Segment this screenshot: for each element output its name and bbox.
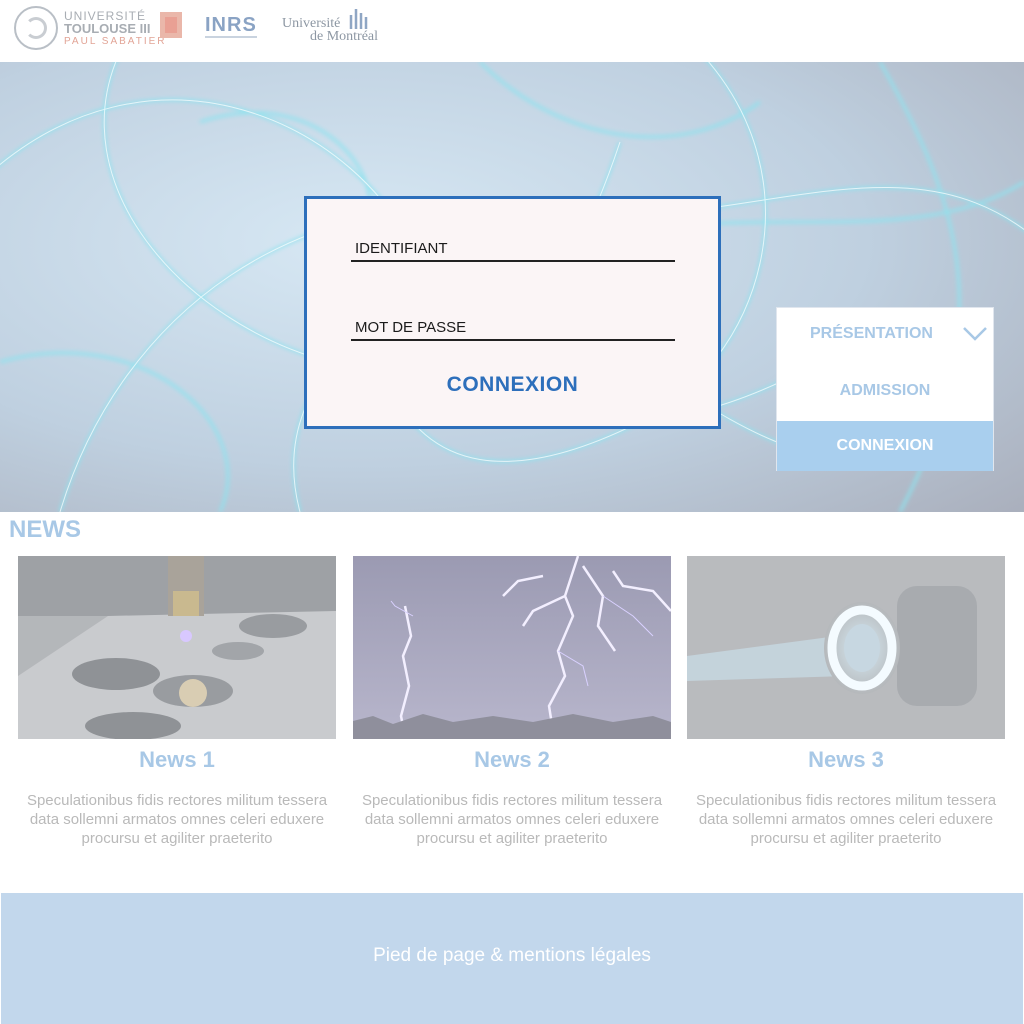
toulouse-mark-icon bbox=[160, 12, 182, 38]
menu-item-presentation[interactable]: PRÉSENTATION bbox=[777, 325, 993, 343]
news-excerpt: Speculationibus fidis rectores militum t… bbox=[361, 792, 663, 847]
password-field[interactable] bbox=[351, 317, 679, 341]
logo-text: PAUL SABATIER bbox=[64, 36, 167, 47]
footer-legal-link[interactable]: Pied de page & mentions légales bbox=[1, 945, 1023, 967]
connexion-button[interactable]: CONNEXION bbox=[307, 373, 718, 397]
news-image-lightning[interactable] bbox=[353, 556, 671, 739]
chevron-down-icon[interactable] bbox=[962, 326, 988, 342]
inrs-logo[interactable]: INRS bbox=[205, 14, 257, 37]
menu-item-label: PRÉSENTATION bbox=[810, 325, 933, 342]
site-footer: Pied de page & mentions légales bbox=[1, 893, 1023, 1024]
universite-montreal-logo[interactable]: Université de Montréal bbox=[282, 9, 378, 48]
menu-item-admission[interactable]: ADMISSION bbox=[777, 382, 993, 400]
news-excerpt: Speculationibus fidis rectores militum t… bbox=[26, 792, 328, 847]
news-excerpt: Speculationibus fidis rectores militum t… bbox=[695, 792, 997, 847]
inrs-logo-underline bbox=[205, 36, 257, 38]
toulouse-seal-icon bbox=[14, 6, 58, 50]
site-header: UNIVERSITÉ TOULOUSE III PAUL SABATIER IN… bbox=[0, 0, 1024, 62]
password-input[interactable] bbox=[351, 317, 679, 337]
universite-toulouse-logo[interactable]: UNIVERSITÉ TOULOUSE III PAUL SABATIER bbox=[14, 6, 184, 54]
menu-item-connexion[interactable]: CONNEXION bbox=[777, 421, 993, 471]
identifiant-field[interactable] bbox=[351, 238, 679, 262]
logo-text: TOULOUSE III bbox=[64, 21, 151, 36]
news-title[interactable]: News 1 bbox=[18, 747, 336, 773]
login-form: CONNEXION bbox=[304, 196, 721, 429]
news-image-laser-cutting[interactable] bbox=[18, 556, 336, 739]
news-section-title: NEWS bbox=[9, 516, 81, 543]
identifiant-input[interactable] bbox=[351, 238, 679, 258]
news-image-plasma-thruster[interactable] bbox=[687, 556, 1005, 739]
logo-text: de Montréal bbox=[310, 29, 379, 44]
montreal-mark-icon bbox=[349, 9, 368, 29]
side-navigation-menu: PRÉSENTATION ADMISSION CONNEXION bbox=[776, 307, 994, 471]
news-title[interactable]: News 3 bbox=[687, 747, 1005, 773]
news-title[interactable]: News 2 bbox=[353, 747, 671, 773]
